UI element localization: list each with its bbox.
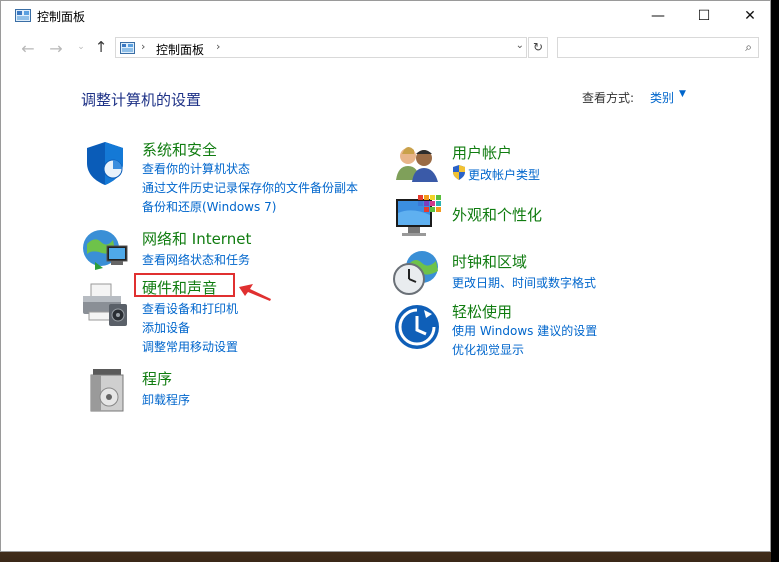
link-mobility-settings[interactable]: 调整常用移动设置 [142,338,238,355]
maximize-icon: ☐ [697,8,711,24]
view-by-dropdown[interactable]: 类别 [650,89,674,106]
close-button[interactable]: ✕ [727,1,773,31]
category-system-security[interactable]: 系统和安全 [142,139,217,160]
view-by-label: 查看方式: [582,91,635,105]
chevron-down-icon[interactable]: ▼ [679,89,686,99]
category-ease-of-access[interactable]: 轻松使用 [452,301,512,322]
programs-icon[interactable] [87,367,127,413]
ease-of-access-icon[interactable] [394,304,440,350]
refresh-button[interactable]: ↻ [528,37,548,58]
close-icon: ✕ [744,8,756,24]
page-heading: 调整计算机的设置 [81,91,202,109]
breadcrumb-separator[interactable]: › [216,40,220,53]
search-icon[interactable]: ⌕ [745,40,752,55]
appearance-icon[interactable] [394,193,442,241]
category-network-internet[interactable]: 网络和 Internet [142,228,251,249]
shield-icon[interactable] [81,139,129,187]
recent-locations-button[interactable]: ⌄ [72,42,90,52]
link-backup-restore[interactable]: 备份和还原(Windows 7) [142,198,276,215]
desktop-edge [771,0,779,562]
back-button[interactable]: ← [19,39,37,58]
uac-shield-icon [453,165,465,180]
window-title: 控制面板 [37,10,86,24]
link-file-history[interactable]: 通过文件历史记录保存你的文件备份副本 [142,179,358,196]
breadcrumb-separator[interactable]: › [141,40,145,53]
link-network-status[interactable]: 查看网络状态和任务 [142,251,250,268]
highlight-box [134,273,235,297]
network-globe-icon[interactable] [81,226,131,274]
minimize-icon: — [651,8,665,24]
link-devices-printers[interactable]: 查看设备和打印机 [142,300,238,317]
link-uninstall-program[interactable]: 卸载程序 [142,391,190,408]
minimize-button[interactable]: — [635,1,681,31]
link-windows-recommended-settings[interactable]: 使用 Windows 建议的设置 [452,322,597,339]
red-arrow-icon [239,284,271,301]
up-button[interactable]: ↑ [92,38,110,56]
address-dropdown-icon[interactable]: ⌄ [516,40,524,51]
users-icon[interactable] [394,144,440,182]
link-add-device[interactable]: 添加设备 [142,319,190,336]
link-optimize-visual-display[interactable]: 优化视觉显示 [452,341,524,358]
category-clock-region[interactable]: 时钟和区域 [452,251,527,272]
navigation-bar: ← → ⌄ ↑ › 控制面板 › ⌄ ↻ ⌕ [1,35,770,63]
clock-globe-icon[interactable] [392,249,440,297]
control-panel-icon [120,42,135,54]
search-input[interactable]: ⌕ [557,37,759,58]
category-user-accounts[interactable]: 用户帐户 [452,142,512,163]
link-change-account-type[interactable]: 更改帐户类型 [468,166,540,183]
link-date-time-format[interactable]: 更改日期、时间或数字格式 [452,274,596,291]
watermark-url: jingyan.baidu.com [598,530,700,543]
control-panel-icon [15,9,31,22]
control-panel-window: 控制面板 — ☐ ✕ ← → ⌄ ↑ › 控制面板 › ⌄ ↻ ⌕ 调整计算机的… [0,0,771,552]
breadcrumb-control-panel[interactable]: 控制面板 [156,41,204,58]
category-programs[interactable]: 程序 [142,368,172,389]
link-view-computer-status[interactable]: 查看你的计算机状态 [142,160,250,177]
forward-button[interactable]: → [47,39,65,58]
printer-icon[interactable] [81,282,131,330]
address-bar[interactable]: › 控制面板 › ⌄ [115,37,527,58]
category-appearance[interactable]: 外观和个性化 [452,204,542,225]
title-bar[interactable]: 控制面板 — ☐ ✕ [1,1,770,31]
maximize-button[interactable]: ☐ [681,1,727,31]
watermark-logo: Baidu经验 [592,496,749,531]
